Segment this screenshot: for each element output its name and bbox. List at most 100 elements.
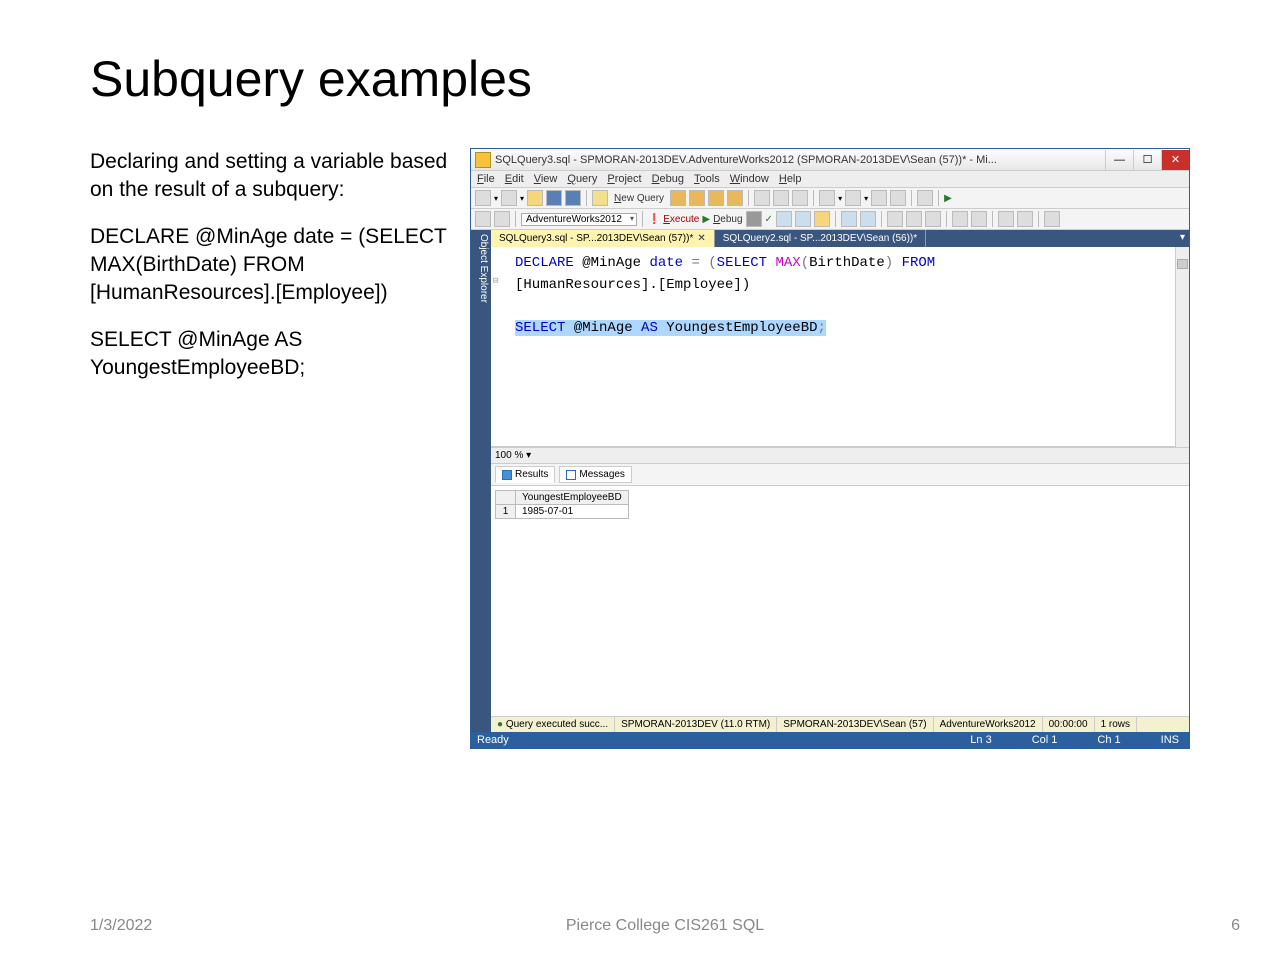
window-titlebar[interactable]: SQLQuery3.sql - SPMORAN-2013DEV.Adventur… — [471, 149, 1189, 171]
slide-footer: 1/3/2022 Pierce College CIS261 SQL 6 — [90, 917, 1240, 935]
redo-icon[interactable] — [845, 190, 861, 206]
toolbar-icon[interactable] — [917, 190, 933, 206]
toolbar-icon[interactable] — [670, 190, 686, 206]
menu-window[interactable]: Window — [730, 173, 769, 185]
code-token: SELECT — [515, 320, 565, 336]
results-grid[interactable]: YoungestEmployeeBD 1 1985-07-01 — [491, 486, 1189, 716]
editor-tab-bar: SQLQuery3.sql - SP...2013DEV\Sean (57))*… — [491, 230, 1189, 247]
toolbar-icon[interactable] — [860, 211, 876, 227]
status-ready: Ready — [477, 734, 509, 746]
fold-icon[interactable]: ⊟ — [493, 275, 498, 289]
play-icon[interactable]: ▶ — [944, 193, 952, 204]
outdent-icon[interactable] — [1017, 211, 1033, 227]
paste-icon[interactable] — [792, 190, 808, 206]
code-token: ( — [708, 255, 716, 271]
toolbar-icon[interactable] — [689, 190, 705, 206]
minimize-button[interactable]: — — [1105, 150, 1133, 170]
toolbar-icon[interactable] — [475, 190, 491, 206]
toolbar-icon[interactable] — [841, 211, 857, 227]
toolbar-icon[interactable] — [952, 211, 968, 227]
copy-icon[interactable] — [773, 190, 789, 206]
code-token: date — [649, 255, 683, 271]
toolbar-icon[interactable] — [971, 211, 987, 227]
toolbar-icon[interactable] — [501, 190, 517, 206]
toolbar-icon[interactable] — [708, 190, 724, 206]
close-tab-icon[interactable]: ✕ — [697, 233, 705, 244]
tab-sqlquery2[interactable]: SQLQuery2.sql - SP...2013DEV\Sean (56))* — [715, 230, 926, 247]
cut-icon[interactable] — [754, 190, 770, 206]
new-query-icon[interactable] — [592, 190, 608, 206]
ssms-window: SQLQuery3.sql - SPMORAN-2013DEV.Adventur… — [470, 148, 1190, 749]
status-success: ● Query executed succ... — [491, 717, 615, 732]
menu-query[interactable]: Query — [567, 173, 597, 185]
toolbar-icon[interactable] — [906, 211, 922, 227]
toolbar-icon[interactable] — [795, 211, 811, 227]
toolbar-icon[interactable] — [887, 211, 903, 227]
undo-icon[interactable] — [819, 190, 835, 206]
open-icon[interactable] — [527, 190, 543, 206]
code-token: [HumanResources].[Employee]) — [501, 277, 750, 293]
toolbar-main: ▾ ▾ New Query — [471, 188, 1189, 209]
stop-icon[interactable] — [746, 211, 762, 227]
toolbar-icon[interactable] — [871, 190, 887, 206]
tab-sqlquery3[interactable]: SQLQuery3.sql - SP...2013DEV\Sean (57))*… — [491, 230, 715, 247]
status-db: AdventureWorks2012 — [934, 717, 1043, 732]
maximize-button[interactable]: ☐ — [1133, 150, 1161, 170]
toolbar-icon[interactable] — [475, 211, 491, 227]
code-token: SELECT — [717, 255, 767, 271]
query-status-bar: ● Query executed succ... SPMORAN-2013DEV… — [491, 716, 1189, 732]
execute-button[interactable]: ❗ Execute — [648, 214, 699, 225]
toolbar-icon[interactable] — [494, 211, 510, 227]
cell-value: 1985-07-01 — [516, 505, 629, 519]
status-user: SPMORAN-2013DEV\Sean (57) — [777, 717, 933, 732]
save-icon[interactable] — [546, 190, 562, 206]
code-block-2: SELECT @MinAge AS YoungestEmployeeBD; — [90, 326, 450, 383]
code-token: MAX — [776, 255, 801, 271]
status-col: Col 1 — [1032, 734, 1058, 746]
code-token: ( — [801, 255, 809, 271]
code-token: @MinAge — [574, 320, 633, 336]
new-query-button[interactable]: New Query — [611, 193, 667, 204]
menu-debug[interactable]: Debug — [652, 173, 684, 185]
editor-scrollbar[interactable] — [1175, 247, 1189, 447]
menu-file[interactable]: File — [477, 173, 495, 185]
menu-edit[interactable]: Edit — [505, 173, 524, 185]
zoom-level[interactable]: 100 % ▾ — [495, 450, 531, 461]
toolbar-icon[interactable] — [925, 211, 941, 227]
debug-arrow-icon[interactable]: ▶ — [702, 214, 710, 225]
toolbar-icon[interactable] — [1044, 211, 1060, 227]
tab-overflow-icon[interactable]: ▾ — [1176, 230, 1189, 247]
window-title: SQLQuery3.sql - SPMORAN-2013DEV.Adventur… — [495, 154, 1105, 166]
toolbar-icon[interactable] — [727, 190, 743, 206]
tab-results[interactable]: Results — [495, 466, 555, 483]
menu-tools[interactable]: Tools — [694, 173, 720, 185]
scrollbar-thumb[interactable] — [1177, 259, 1188, 269]
menu-view[interactable]: View — [534, 173, 558, 185]
footer-date: 1/3/2022 — [90, 917, 152, 935]
indent-icon[interactable] — [998, 211, 1014, 227]
status-line: Ln 3 — [970, 734, 991, 746]
menu-help[interactable]: Help — [779, 173, 802, 185]
toolbar-query: AdventureWorks2012 ❗ Execute ▶ Debug ✓ — [471, 209, 1189, 230]
code-token: AS — [641, 320, 658, 336]
sql-editor[interactable]: ↕ DECLARE @MinAge date = (SELECT MAX(Bir… — [491, 247, 1189, 447]
code-token: ; — [818, 320, 826, 336]
column-header[interactable]: YoungestEmployeeBD — [516, 491, 629, 505]
code-token: @MinAge — [582, 255, 641, 271]
code-block-1: DECLARE @MinAge date = (SELECT MAX(Birth… — [90, 223, 450, 308]
toolbar-icon[interactable] — [776, 211, 792, 227]
debug-button[interactable]: Debug — [713, 214, 742, 225]
save-all-icon[interactable] — [565, 190, 581, 206]
toolbar-icon[interactable] — [814, 211, 830, 227]
table-row[interactable]: 1 1985-07-01 — [496, 505, 629, 519]
object-explorer-panel[interactable]: Object Explorer — [471, 230, 491, 732]
toolbar-icon[interactable] — [890, 190, 906, 206]
database-selector[interactable]: AdventureWorks2012 — [521, 213, 637, 226]
tab-label: Messages — [579, 469, 625, 480]
code-token: BirthDate — [809, 255, 885, 271]
close-button[interactable]: ✕ — [1161, 150, 1189, 170]
slide-body-text: Declaring and setting a variable based o… — [90, 148, 450, 749]
ide-status-bar: Ready Ln 3 Col 1 Ch 1 INS — [471, 732, 1189, 748]
tab-messages[interactable]: Messages — [559, 466, 632, 483]
menu-project[interactable]: Project — [607, 173, 641, 185]
